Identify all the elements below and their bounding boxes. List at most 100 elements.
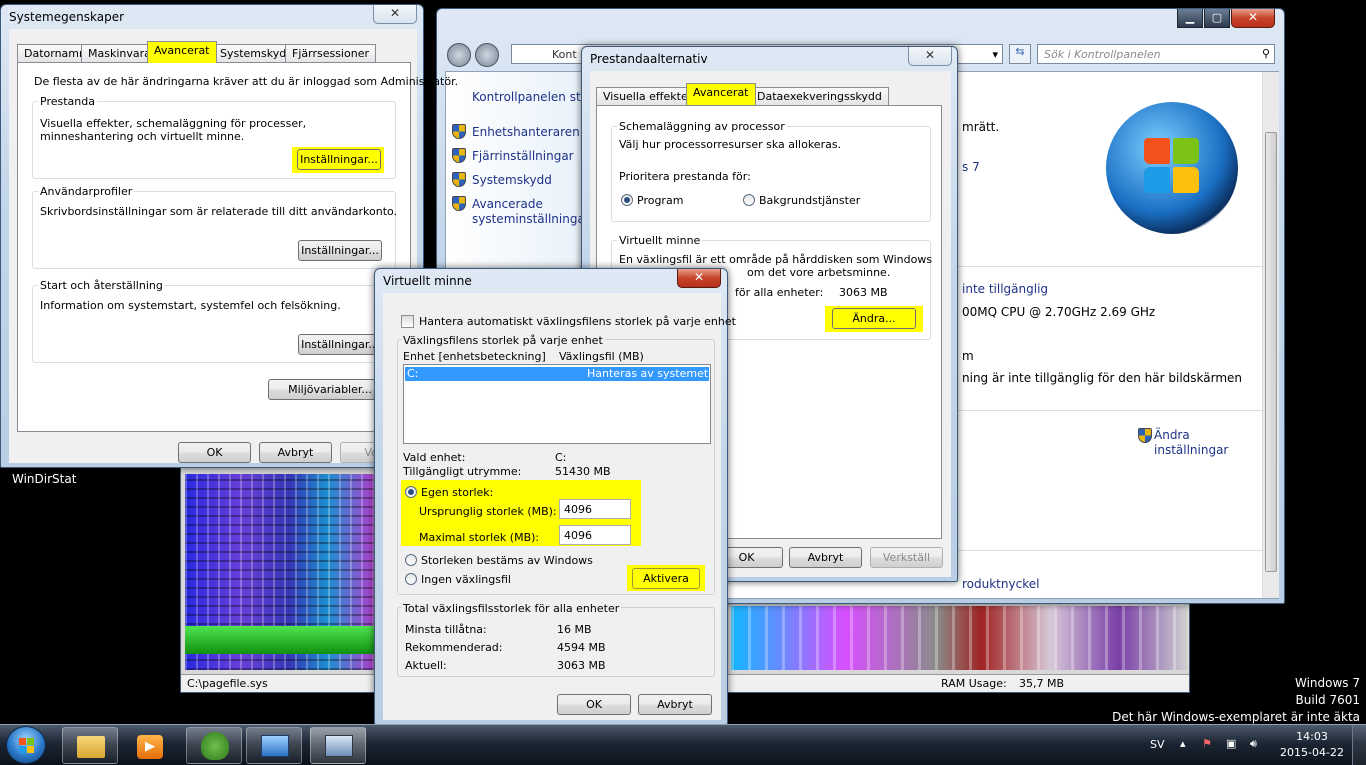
- windows-logo: [1106, 102, 1238, 234]
- custom-size-radio[interactable]: [405, 486, 417, 498]
- col-pagefile-header: Växlingsfil (MB): [559, 350, 644, 363]
- max-size-input[interactable]: 4096: [559, 525, 631, 545]
- set-button[interactable]: Aktivera: [632, 568, 700, 589]
- sidebar-home-link[interactable]: Kontrollpanelen start: [472, 90, 598, 104]
- system-icon: [325, 735, 353, 757]
- cpu-fragment: 00MQ CPU @ 2.70GHz 2.69 GHz: [962, 305, 1156, 319]
- per-drive-label: Växlingsfilens storlek på varje enhet: [401, 334, 605, 347]
- product-key-link[interactable]: roduktnyckel: [962, 577, 1039, 591]
- vmem-client: Hantera automatiskt växlingsfilens storl…: [383, 293, 736, 720]
- copyright-fragment: mrätt.: [962, 120, 1000, 134]
- cancel-button[interactable]: Avbryt: [259, 442, 332, 463]
- sidebar-item-device-manager[interactable]: Enhetshanteraren: [472, 125, 580, 139]
- admin-note: De flesta av de här ändringarna kräver a…: [34, 75, 459, 88]
- rating-fragment[interactable]: inte tillgänglig: [962, 282, 1048, 296]
- sidebar-item-protection[interactable]: Systemskydd: [472, 173, 552, 187]
- apply-button[interactable]: Verkställ: [870, 547, 943, 568]
- shield-icon: [452, 196, 466, 211]
- taskbar-control-panel[interactable]: [246, 727, 302, 764]
- initial-size-input[interactable]: 4096: [559, 499, 631, 519]
- watermark-build: Build 7601: [1295, 693, 1360, 707]
- cancel-button[interactable]: Avbryt: [638, 694, 712, 715]
- auto-manage-checkbox[interactable]: [401, 315, 414, 328]
- change-button[interactable]: Ändra...: [832, 308, 916, 329]
- program-label: Program: [637, 194, 684, 207]
- free-space-label: Tillgängligt utrymme:: [403, 465, 522, 478]
- total-label: Total växlingsfilsstorlek för alla enhet…: [401, 602, 622, 615]
- ok-button[interactable]: OK: [178, 442, 251, 463]
- taskbar-explorer[interactable]: [62, 727, 118, 764]
- prio-label: Prioritera prestanda för:: [619, 170, 751, 183]
- drive-letter: C:: [407, 367, 419, 380]
- clock-time[interactable]: 14:03: [1292, 730, 1332, 743]
- shield-icon: [452, 172, 466, 187]
- divider: [958, 266, 1276, 267]
- taskbar-media-player[interactable]: ▶: [122, 727, 178, 764]
- cp-close-button[interactable]: ✕: [1231, 9, 1275, 28]
- col-drive-header: Enhet [enhetsbeteckning]: [403, 350, 546, 363]
- back-button[interactable]: [447, 43, 471, 67]
- status-path: C:\pagefile.sys: [187, 677, 268, 690]
- no-pagefile-label: Ingen växlingsfil: [421, 573, 511, 586]
- startup-settings-button[interactable]: Inställningar...: [298, 334, 382, 355]
- tab-dep[interactable]: Dataexekveringsskydd: [750, 87, 889, 106]
- breadcrumb: Kont: [552, 48, 577, 61]
- ok-button[interactable]: OK: [557, 694, 631, 715]
- clock-date[interactable]: 2015-04-22: [1280, 746, 1344, 759]
- system-properties-window: Systemegenskaper ✕ Datornamn Maskinvara …: [0, 4, 458, 468]
- tray-expand-icon[interactable]: ▴: [1180, 737, 1186, 750]
- profiles-settings-button[interactable]: Inställningar...: [298, 240, 382, 261]
- close-button[interactable]: ✕: [373, 5, 417, 24]
- cp-scrollbar[interactable]: [1262, 72, 1279, 598]
- tab-advanced[interactable]: Avancerat: [147, 41, 217, 63]
- tab-visual-effects[interactable]: Visuella effekter: [596, 87, 700, 106]
- background-radio[interactable]: [743, 194, 755, 206]
- max-size-label: Maximal storlek (MB):: [419, 531, 540, 544]
- maximize-button[interactable]: ▢: [1204, 9, 1230, 28]
- drive-list[interactable]: C: Hanteras av systemet: [403, 364, 711, 444]
- window-title: Virtuellt minne: [383, 274, 472, 288]
- cancel-button[interactable]: Avbryt: [789, 547, 862, 568]
- change-settings-link[interactable]: Ändra inställningar: [1154, 428, 1244, 458]
- memory-fragment: m: [962, 349, 974, 363]
- close-button[interactable]: ✕: [908, 47, 952, 66]
- taskbar-system[interactable]: [310, 727, 366, 764]
- search-icon[interactable]: ⚲: [1262, 47, 1270, 60]
- window-title: Systemegenskaper: [9, 10, 125, 24]
- processor-scheduling-label: Schemaläggning av processor: [617, 120, 787, 133]
- action-center-icon[interactable]: ⚑: [1202, 737, 1212, 750]
- search-input[interactable]: Sök i Kontrollpanelen ⚲: [1037, 44, 1275, 64]
- performance-settings-button[interactable]: Inställningar...: [297, 149, 381, 170]
- close-button[interactable]: ✕: [677, 269, 721, 288]
- windirstat-treemap-right[interactable]: [731, 606, 1187, 670]
- show-desktop-button[interactable]: [1352, 725, 1366, 765]
- sidebar-item-remote[interactable]: Fjärrinställningar: [472, 149, 574, 163]
- system-managed-label: Storleken bestäms av Windows: [421, 554, 593, 567]
- forward-button[interactable]: [475, 43, 499, 67]
- media-player-icon: ▶: [137, 735, 163, 759]
- volume-icon[interactable]: 🔊︎: [1250, 737, 1257, 751]
- control-panel-icon: [261, 735, 289, 757]
- system-managed-radio[interactable]: [405, 554, 417, 566]
- search-placeholder: Sök i Kontrollpanelen: [1044, 48, 1161, 61]
- tab-advanced[interactable]: Avancerat: [686, 83, 756, 105]
- program-radio[interactable]: [621, 194, 633, 206]
- refresh-button[interactable]: ⇆: [1009, 44, 1031, 64]
- network-icon[interactable]: ▣: [1226, 737, 1236, 750]
- minimize-button[interactable]: ▁: [1177, 9, 1203, 28]
- divider: [958, 550, 1276, 551]
- edition-fragment: s 7: [962, 160, 980, 174]
- taskbar-windirstat[interactable]: [186, 727, 242, 764]
- divider: [958, 410, 1276, 411]
- language-indicator[interactable]: SV: [1150, 738, 1165, 751]
- start-button[interactable]: [6, 726, 46, 764]
- ram-usage-label: RAM Usage:: [941, 677, 1007, 690]
- drive-row[interactable]: C: Hanteras av systemet: [405, 367, 709, 381]
- tab-remote[interactable]: Fjärrsessioner: [285, 44, 376, 63]
- vm-desc-line1: En växlingsfil är ett område på hårddisk…: [619, 253, 933, 266]
- no-pagefile-radio[interactable]: [405, 573, 417, 585]
- sidebar-item-advanced[interactable]: Avancerade systeminställningar: [472, 197, 590, 227]
- address-dropdown-icon[interactable]: ▾: [992, 48, 998, 61]
- folder-icon: [77, 736, 105, 758]
- initial-size-label: Ursprunglig storlek (MB):: [419, 505, 557, 518]
